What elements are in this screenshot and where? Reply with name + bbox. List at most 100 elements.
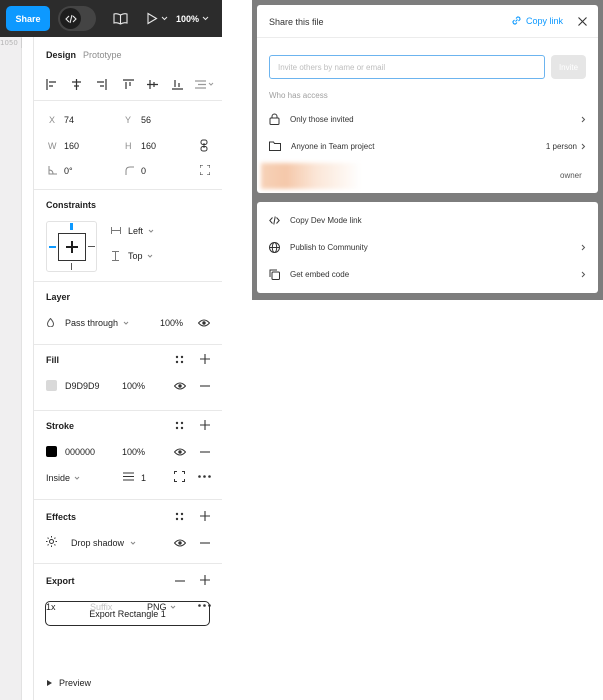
vertical-constraint-dropdown[interactable]: Top xyxy=(128,251,143,261)
align-top-icon[interactable] xyxy=(123,79,134,90)
constraint-widget[interactable] xyxy=(46,221,97,272)
horizontal-constraint-dropdown[interactable]: Left xyxy=(128,226,143,236)
chevron-down-icon[interactable] xyxy=(148,229,154,234)
access-row-team[interactable]: Anyone in Team project 1 person xyxy=(269,138,586,154)
add-icon[interactable] xyxy=(200,354,210,364)
chevron-down-icon[interactable] xyxy=(147,254,153,259)
fill-opacity-field[interactable]: 100% xyxy=(122,381,145,391)
menu-item-publish-to-community[interactable]: Publish to Community xyxy=(269,239,586,255)
effect-sun-icon[interactable] xyxy=(46,536,57,547)
layer-section: Layer Pass through 100% xyxy=(34,282,222,345)
remove-icon[interactable] xyxy=(200,542,210,544)
grid-styles-icon[interactable] xyxy=(175,512,184,521)
eye-icon[interactable] xyxy=(174,448,186,456)
stroke-position-dropdown[interactable]: Inside xyxy=(46,473,70,483)
blend-mode-dropdown[interactable]: Pass through xyxy=(65,318,118,328)
add-icon[interactable] xyxy=(200,575,210,585)
export-title: Export xyxy=(46,576,75,586)
menu-item-copy-dev-mode-link[interactable]: Copy Dev Mode link xyxy=(269,212,586,228)
stroke-hex-field[interactable]: 000000 xyxy=(65,447,95,457)
effect-type-dropdown[interactable]: Drop shadow xyxy=(71,538,124,548)
stroke-weight-field[interactable]: 1 xyxy=(141,473,146,483)
stroke-section: Stroke 000000 100% Inside 1 xyxy=(34,411,222,500)
share-dialog: Share this file Copy link Invite others … xyxy=(257,5,598,193)
export-button[interactable]: Export Rectangle 1 xyxy=(45,601,210,626)
eye-icon[interactable] xyxy=(174,382,186,390)
fill-swatch[interactable] xyxy=(46,380,57,391)
remove-icon[interactable] xyxy=(175,580,185,582)
chevron-down-icon[interactable] xyxy=(130,541,136,546)
corner-radius-icon xyxy=(125,166,134,175)
close-icon[interactable] xyxy=(578,17,587,26)
chevron-down-icon xyxy=(202,16,209,21)
align-horizontal-center-icon[interactable] xyxy=(71,79,82,90)
tab-prototype[interactable]: Prototype xyxy=(83,50,122,60)
menu-item-get-embed-code[interactable]: Get embed code xyxy=(269,266,586,282)
preview-toggle[interactable]: Preview xyxy=(59,678,91,688)
eye-icon[interactable] xyxy=(174,539,186,547)
fill-hex-field[interactable]: D9D9D9 xyxy=(65,381,100,391)
chevron-down-icon[interactable] xyxy=(123,321,129,326)
fill-section: Fill D9D9D9 100% xyxy=(34,345,222,411)
h-label: H xyxy=(125,141,132,151)
chevron-right-icon xyxy=(581,244,586,250)
copy-link-label: Copy link xyxy=(526,15,564,26)
add-icon[interactable] xyxy=(200,511,210,521)
access-row-label: Only those invited xyxy=(290,114,354,124)
play-present-icon[interactable] xyxy=(146,12,158,25)
align-right-icon[interactable] xyxy=(96,79,107,90)
x-field[interactable]: 74 xyxy=(64,115,74,125)
independent-corners-icon[interactable] xyxy=(200,165,210,175)
dev-mode-toggle[interactable] xyxy=(58,6,96,31)
invite-input[interactable]: Invite others by name or email xyxy=(269,55,545,79)
height-field[interactable]: 160 xyxy=(141,141,156,151)
copy-link-button[interactable]: Copy link xyxy=(511,15,563,26)
remove-icon[interactable] xyxy=(200,451,210,453)
invite-button[interactable]: Invite xyxy=(551,55,586,79)
tab-design[interactable]: Design xyxy=(46,50,76,60)
grid-styles-icon[interactable] xyxy=(175,355,184,364)
blend-mode-drop-icon xyxy=(47,318,54,327)
canvas-area[interactable]: 1050 xyxy=(0,37,22,700)
layer-opacity-field[interactable]: 100% xyxy=(160,318,183,328)
access-row-only-invited[interactable]: Only those invited xyxy=(269,111,586,127)
top-toolbar: Share 100% xyxy=(0,0,222,37)
rotation-field[interactable]: 0° xyxy=(64,166,73,176)
alignment-row xyxy=(34,72,222,101)
y-label: Y xyxy=(125,115,132,125)
library-book-icon[interactable] xyxy=(113,12,128,25)
align-bottom-icon[interactable] xyxy=(172,79,183,90)
effects-title: Effects xyxy=(46,512,77,522)
caret-right-icon[interactable] xyxy=(47,680,52,686)
stroke-swatch[interactable] xyxy=(46,446,57,457)
stroke-title: Stroke xyxy=(46,421,75,431)
access-row-count: 1 person xyxy=(545,141,577,151)
owner-role-label: owner xyxy=(560,171,582,180)
code-icon xyxy=(60,8,81,29)
remove-icon[interactable] xyxy=(200,385,210,387)
lock-icon xyxy=(269,113,280,125)
stroke-sides-icon[interactable] xyxy=(174,471,185,482)
stroke-opacity-field[interactable]: 100% xyxy=(122,447,145,457)
chevron-down-icon[interactable] xyxy=(74,476,80,481)
grid-styles-icon[interactable] xyxy=(175,421,184,430)
folder-icon xyxy=(269,141,281,151)
more-options-icon[interactable] xyxy=(198,475,211,478)
share-button[interactable]: Share xyxy=(6,6,50,31)
panel-tabs: Design Prototype xyxy=(34,37,222,72)
distribute-icon[interactable] xyxy=(195,79,206,90)
constrain-proportions-icon[interactable] xyxy=(200,139,208,152)
chevron-down-icon[interactable] xyxy=(161,16,168,21)
horizontal-constraint-icon xyxy=(111,227,121,234)
rotation-icon xyxy=(48,166,57,175)
zoom-dropdown[interactable]: 100% xyxy=(176,14,209,24)
y-field[interactable]: 56 xyxy=(141,115,151,125)
corner-radius-field[interactable]: 0 xyxy=(141,166,146,176)
eye-icon[interactable] xyxy=(198,319,210,327)
zoom-value: 100% xyxy=(176,13,200,24)
width-field[interactable]: 160 xyxy=(64,141,79,151)
align-vertical-center-icon[interactable] xyxy=(147,79,158,90)
add-icon[interactable] xyxy=(200,420,210,430)
align-left-icon[interactable] xyxy=(46,79,57,90)
chevron-down-icon[interactable] xyxy=(208,82,214,87)
